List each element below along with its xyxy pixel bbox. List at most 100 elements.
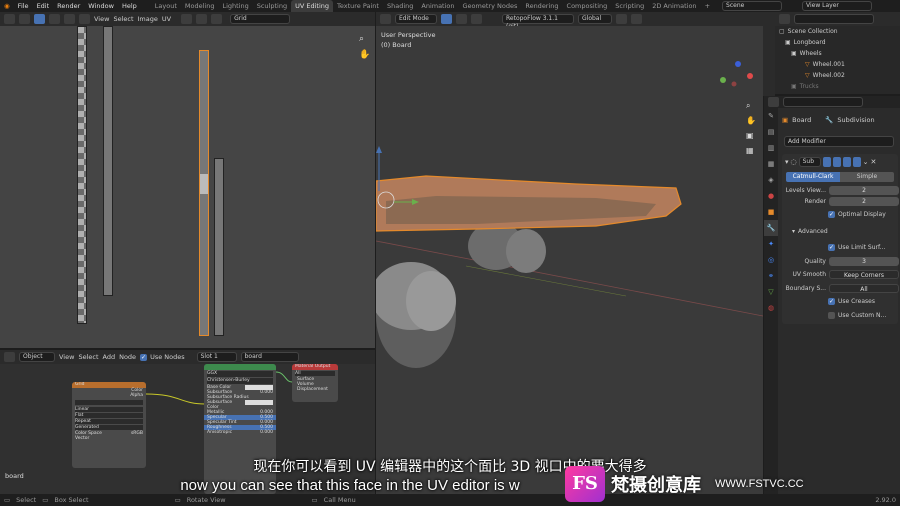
camera-icon[interactable]: ▣ xyxy=(746,131,754,140)
tab-layout[interactable]: Layout xyxy=(151,0,181,12)
node-menu-add[interactable]: Add xyxy=(103,353,116,361)
optimal-display-checkbox[interactable]: ✓ Optimal Display xyxy=(828,209,886,219)
uv-sync-icon[interactable] xyxy=(19,14,30,24)
tab-compositing[interactable]: Compositing xyxy=(563,0,612,12)
node-menu-select[interactable]: Select xyxy=(78,353,98,361)
zoom-icon[interactable]: ⌕ xyxy=(359,34,364,44)
outliner-type-icon[interactable] xyxy=(779,14,790,24)
material-field[interactable]: board xyxy=(240,352,299,362)
limit-surface-checkbox[interactable]: ✓ Use Limit Surf... xyxy=(828,242,885,252)
editor-type-icon[interactable] xyxy=(4,14,15,24)
uv-menu-view[interactable]: View xyxy=(94,15,109,23)
face-mode-icon[interactable] xyxy=(471,14,482,24)
hand-pan-icon[interactable]: ✋ xyxy=(746,116,756,125)
properties-type-icon[interactable] xyxy=(768,97,779,107)
face-select-icon[interactable] xyxy=(64,14,75,24)
dropdown-icon[interactable]: ⌄ xyxy=(863,158,869,166)
render-icon[interactable] xyxy=(852,157,861,167)
outliner-search[interactable] xyxy=(794,14,874,24)
island-select-icon[interactable] xyxy=(79,14,90,24)
use-creases-checkbox[interactable]: ✓ Use Creases xyxy=(828,296,875,306)
editor-type-icon[interactable] xyxy=(380,14,391,24)
modifier-name-field[interactable]: Sub xyxy=(798,157,821,167)
advanced-subpanel[interactable]: ▾ Advanced xyxy=(792,226,828,236)
catmull-clark-button[interactable]: Catmull-Clark xyxy=(786,172,840,182)
uv-selected-face[interactable] xyxy=(200,174,208,194)
edge-select-icon[interactable] xyxy=(49,14,60,24)
tab-modeling[interactable]: Modeling xyxy=(181,0,219,12)
use-nodes-checkbox[interactable]: ✓ Use Nodes xyxy=(140,353,185,361)
slot-dropdown[interactable]: Slot 1 xyxy=(196,352,237,362)
tab-scripting[interactable]: Scripting xyxy=(611,0,648,12)
tab-physics-icon[interactable]: ◎ xyxy=(764,252,778,268)
uv-menu-image[interactable]: Image xyxy=(138,15,158,23)
tab-render-icon[interactable]: ▤ xyxy=(764,124,778,140)
tab-material-icon[interactable]: ◍ xyxy=(764,300,778,316)
tab-rendering[interactable]: Rendering xyxy=(521,0,562,12)
node-menu-node[interactable]: Node xyxy=(119,353,136,361)
tab-uv-editing[interactable]: UV Editing xyxy=(291,0,334,12)
collapse-chevron-icon[interactable]: ▾ xyxy=(785,158,789,166)
tab-data-icon[interactable]: ▽ xyxy=(764,284,778,300)
quality-field[interactable]: 3 xyxy=(829,256,899,266)
close-icon[interactable]: ✕ xyxy=(871,158,877,166)
material-output-node[interactable]: Material Output All Surface Volume Displ… xyxy=(292,364,338,402)
uv-menu-uv[interactable]: UV xyxy=(162,15,171,23)
proportional-icon[interactable] xyxy=(211,14,223,24)
uv-island-strip[interactable] xyxy=(214,158,224,336)
tab-constraints-icon[interactable]: ⚭ xyxy=(764,268,778,284)
outliner-item[interactable]: ▽ Wheel.002 xyxy=(775,70,900,81)
edit-cage-icon[interactable] xyxy=(822,157,831,167)
image-browse-field[interactable]: Grid xyxy=(230,14,291,24)
viewport-3d[interactable]: User Perspective (0) Board ⌕ ✋ ▣ ▦ xyxy=(376,26,763,494)
menu-file[interactable]: File xyxy=(14,2,33,10)
tab-animation[interactable]: Animation xyxy=(417,0,458,12)
properties-search[interactable] xyxy=(783,97,863,107)
uv-editor-canvas[interactable]: ⌕ ✋ xyxy=(0,26,375,348)
tab-sculpting[interactable]: Sculpting xyxy=(253,0,291,12)
tab-view-layer-icon[interactable]: ▦ xyxy=(764,156,778,172)
outliner-item[interactable]: ▢ Scene Collection xyxy=(775,26,900,37)
menu-window[interactable]: Window xyxy=(84,2,118,10)
tab-scene-icon[interactable]: ◈ xyxy=(764,172,778,188)
grid-ortho-icon[interactable]: ▦ xyxy=(746,146,754,155)
tab-particles-icon[interactable]: ✦ xyxy=(764,236,778,252)
menu-render[interactable]: Render xyxy=(53,2,84,10)
edge-mode-icon[interactable] xyxy=(456,14,467,24)
add-modifier-dropdown[interactable]: Add Modifier xyxy=(784,136,894,147)
uv-smooth-dropdown[interactable]: Keep Corners xyxy=(829,269,899,279)
tab-world-icon[interactable]: ● xyxy=(764,188,778,204)
menu-help[interactable]: Help xyxy=(118,2,141,10)
uv-island-strip[interactable] xyxy=(103,26,113,296)
editor-type-icon[interactable] xyxy=(4,352,15,362)
shader-type-dropdown[interactable]: Object xyxy=(19,352,55,362)
uv-island-strip[interactable] xyxy=(77,26,87,324)
use-custom-normals-checkbox[interactable]: Use Custom N... xyxy=(828,310,886,320)
tab-object-icon[interactable]: ■ xyxy=(764,204,778,220)
outliner-item[interactable]: ▽ Wheel.001 xyxy=(775,59,900,70)
tab-lighting[interactable]: Lighting xyxy=(218,0,252,12)
retopoflow-button[interactable]: RetopoFlow 3.1.1 (git) xyxy=(502,14,574,30)
vertex-mode-icon[interactable] xyxy=(441,14,452,24)
vertex-select-icon[interactable] xyxy=(34,14,45,24)
tab-texture-paint[interactable]: Texture Paint xyxy=(333,0,383,12)
mode-dropdown[interactable]: Edit Mode xyxy=(395,14,437,24)
snap-icon[interactable] xyxy=(196,14,208,24)
zoom-icon[interactable]: ⌕ xyxy=(746,101,750,111)
tab-2d-animation[interactable]: 2D Animation xyxy=(648,0,700,12)
tab-modifier-icon[interactable]: 🔧 xyxy=(764,220,778,236)
uv-menu-select[interactable]: Select xyxy=(113,15,133,23)
tab-shading[interactable]: Shading xyxy=(383,0,417,12)
outliner-item[interactable]: ▣ Longboard xyxy=(775,37,900,48)
outliner-item[interactable]: ▣ Trucks xyxy=(775,81,900,92)
simple-button[interactable]: Simple xyxy=(840,172,894,182)
tab-geometry-nodes[interactable]: Geometry Nodes xyxy=(459,0,522,12)
boundary-smooth-dropdown[interactable]: All xyxy=(829,283,899,293)
blender-logo-icon[interactable]: ◉ xyxy=(0,2,14,10)
pivot-icon[interactable] xyxy=(181,14,193,24)
tab-tool-icon[interactable]: ✎ xyxy=(764,108,778,124)
proportional-icon[interactable] xyxy=(631,14,642,24)
editmode-icon[interactable] xyxy=(832,157,841,167)
image-selector[interactable] xyxy=(75,400,143,405)
snap-icon[interactable] xyxy=(616,14,627,24)
